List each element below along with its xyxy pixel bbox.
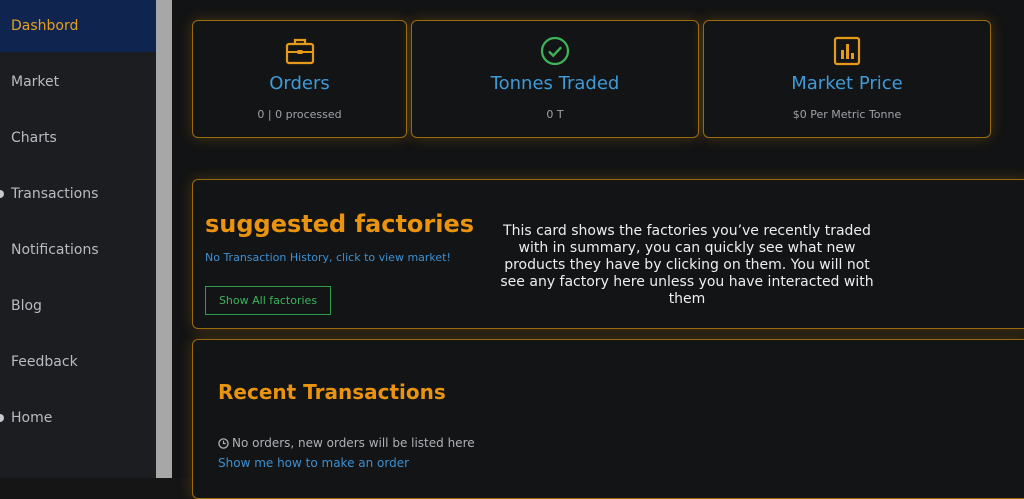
show-all-factories-button[interactable]: Show All factories [205, 286, 331, 315]
sidebar-item-label: Notifications [11, 242, 99, 258]
card-title: Recent Transactions [218, 380, 446, 404]
sidebar-item-home[interactable]: Home [0, 392, 156, 444]
sidebar-item-label: Dashbord [11, 18, 79, 34]
sidebar-item-label: Home [11, 410, 53, 426]
clock-icon [218, 437, 229, 449]
sidebar-item-market[interactable]: Market [0, 56, 156, 108]
market-price-card[interactable]: Market Price $0 Per Metric Tonne [703, 20, 991, 138]
sidebar-scrollbar[interactable] [156, 0, 172, 478]
sidebar-item-transactions[interactable]: Transactions [0, 168, 156, 220]
sidebar-item-notifications[interactable]: Notifications [0, 224, 156, 276]
sidebar-item-label: Market [11, 74, 60, 90]
sidebar-item-label: Transactions [11, 186, 99, 202]
main-content: Orders 0 | 0 processed Tonnes Traded 0 T… [172, 0, 1024, 499]
card-title: suggested factories [205, 210, 475, 238]
briefcase-icon [285, 38, 314, 65]
sidebar-item-blog[interactable]: Blog [0, 280, 156, 332]
sidebar-item-charts[interactable]: Charts [0, 112, 156, 164]
empty-state-text: No orders, new orders will be listed her… [232, 436, 475, 450]
sidebar-item-label: Feedback [11, 354, 78, 370]
stat-subtitle: 0 T [546, 108, 564, 121]
sidebar: Dashbord Market Charts Transactions Noti… [0, 0, 156, 478]
view-market-link[interactable]: No Transaction History, click to view ma… [205, 251, 451, 264]
stat-title: Market Price [791, 73, 903, 94]
orders-card[interactable]: Orders 0 | 0 processed [192, 20, 407, 138]
stat-title: Tonnes Traded [490, 73, 620, 94]
card-description: This card shows the factories you’ve rec… [500, 223, 874, 307]
sidebar-item-label: Charts [11, 130, 57, 146]
empty-state: No orders, new orders will be listed her… [218, 436, 475, 450]
check-circle-icon [540, 36, 570, 66]
sidebar-item-feedback[interactable]: Feedback [0, 336, 156, 388]
stat-title: Orders [269, 73, 330, 94]
stat-subtitle: 0 | 0 processed [257, 108, 342, 121]
sidebar-item-label: Blog [11, 298, 42, 314]
suggested-factories-card: suggested factories No Transaction Histo… [192, 179, 1024, 329]
recent-transactions-card: Recent Transactions No orders, new order… [192, 339, 1024, 499]
how-to-order-link[interactable]: Show me how to make an order [218, 456, 409, 470]
bar-chart-icon [833, 36, 861, 66]
tonnes-traded-card[interactable]: Tonnes Traded 0 T [411, 20, 699, 138]
stat-subtitle: $0 Per Metric Tonne [792, 108, 902, 121]
sidebar-item-dashboard[interactable]: Dashbord [0, 0, 156, 52]
